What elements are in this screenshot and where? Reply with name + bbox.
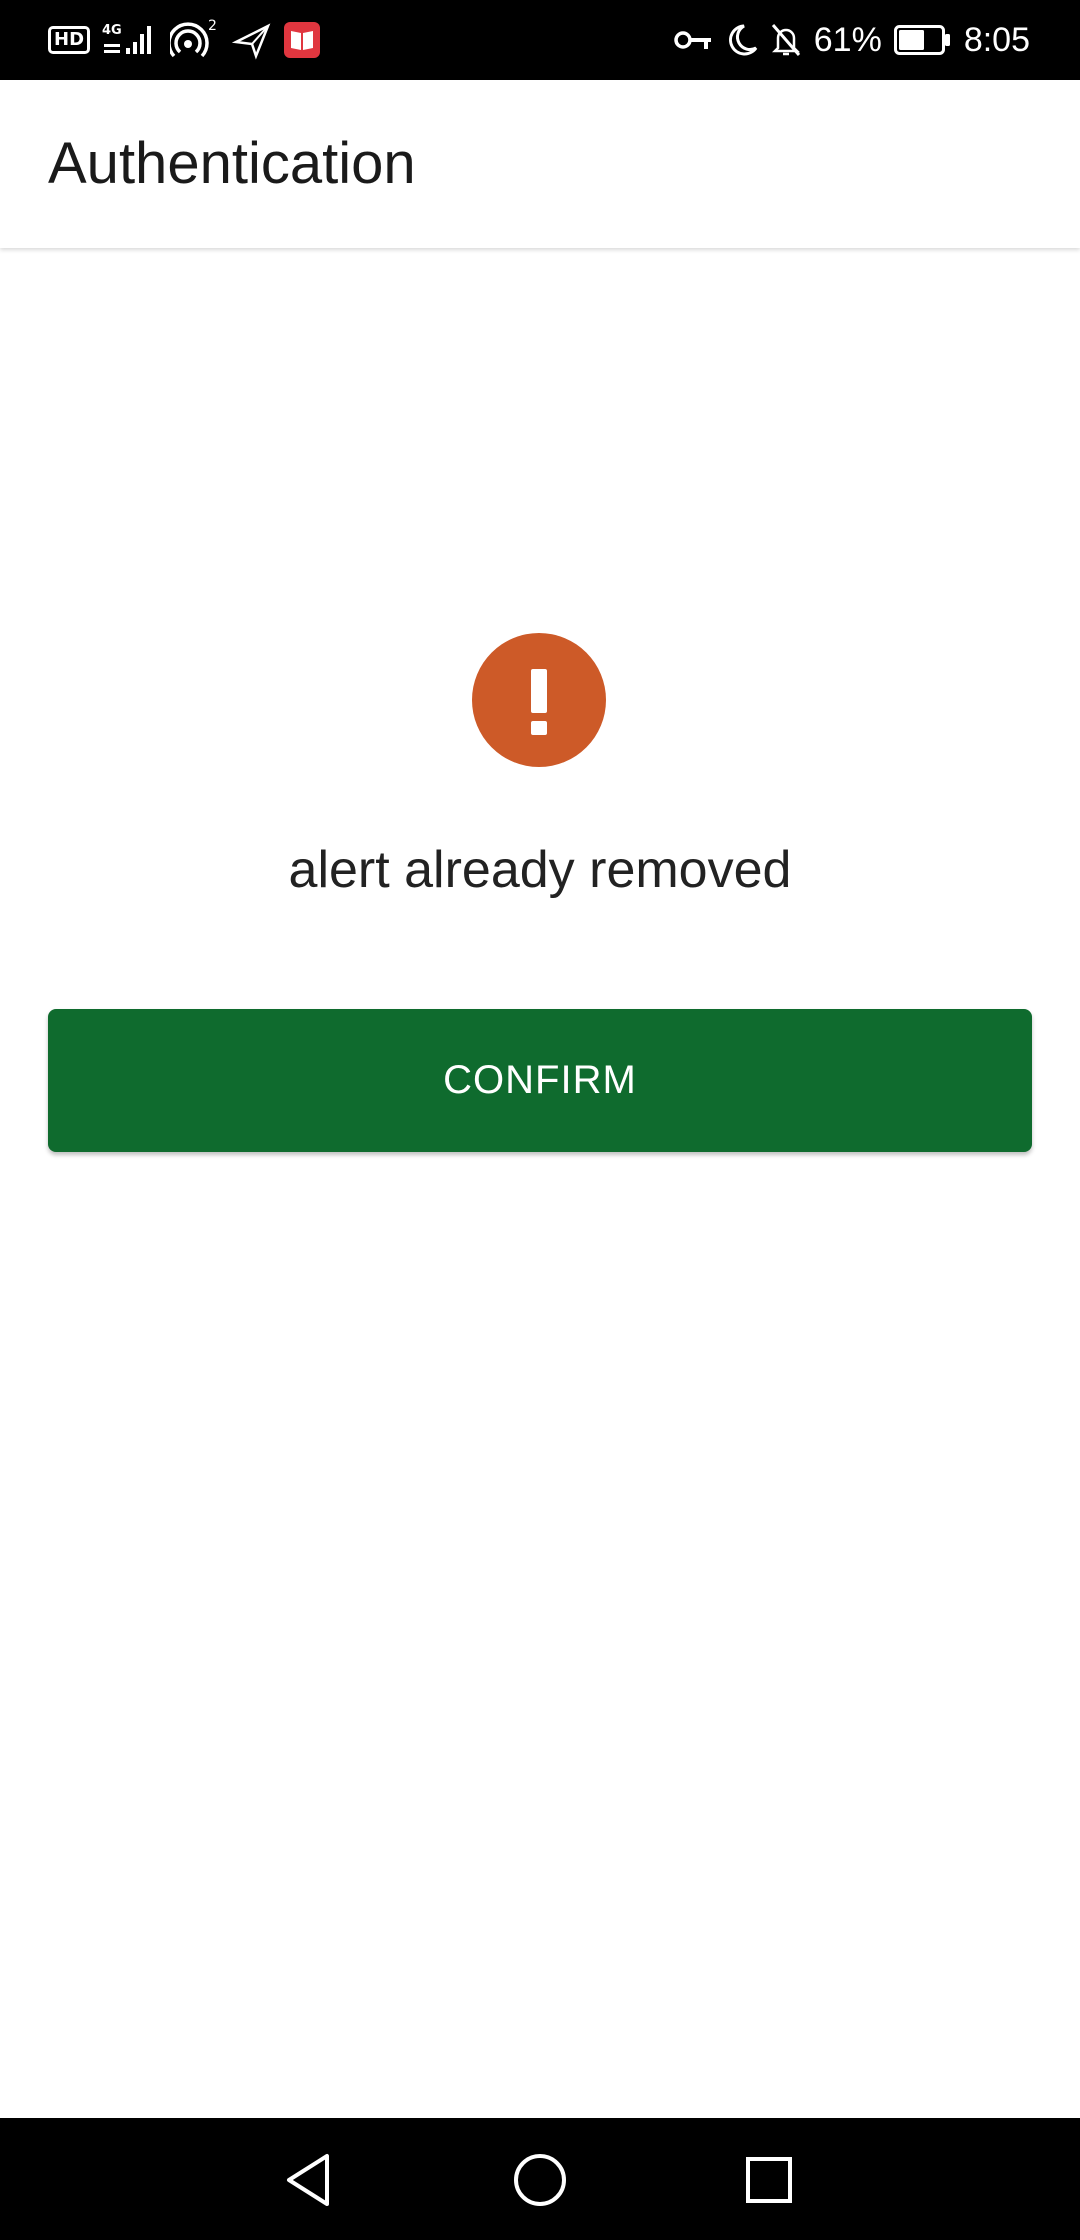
- book-app-icon: [284, 22, 321, 58]
- hd-badge: HD: [48, 26, 91, 54]
- hotspot-count: 2: [208, 18, 217, 34]
- battery-percent: 61%: [813, 20, 882, 59]
- page-title: Authentication: [48, 131, 416, 196]
- exclamation-alert-icon: [472, 633, 606, 767]
- app-bar: Authentication: [0, 80, 1080, 248]
- confirm-button-label: CONFIRM: [443, 1058, 637, 1102]
- alert-message: alert already removed: [288, 841, 792, 899]
- confirm-button[interactable]: CONFIRM: [48, 1009, 1032, 1152]
- do-not-disturb-icon: [726, 22, 758, 58]
- network-type-label: 4G: [102, 23, 122, 38]
- clock: 8:05: [963, 20, 1030, 59]
- battery-icon: [893, 25, 952, 55]
- status-bar-left: HD 4G 2: [48, 0, 321, 80]
- mute-icon: [770, 22, 802, 58]
- hotspot-icon: 2: [170, 18, 220, 62]
- content-area: alert already removed CONFIRM: [0, 250, 1080, 2118]
- status-bar-right: 61% 8:05: [674, 0, 1030, 80]
- airplane-icon: [232, 20, 272, 60]
- back-triangle-icon[interactable]: [277, 2148, 341, 2212]
- system-nav-bar: [0, 2118, 1080, 2240]
- home-circle-icon[interactable]: [508, 2148, 572, 2212]
- signal-4g-icon: 4G: [102, 20, 158, 60]
- status-bar: HD 4G 2 61% 8:05: [0, 0, 1080, 80]
- recents-square-icon[interactable]: [737, 2148, 801, 2212]
- vpn-key-icon: [674, 25, 714, 55]
